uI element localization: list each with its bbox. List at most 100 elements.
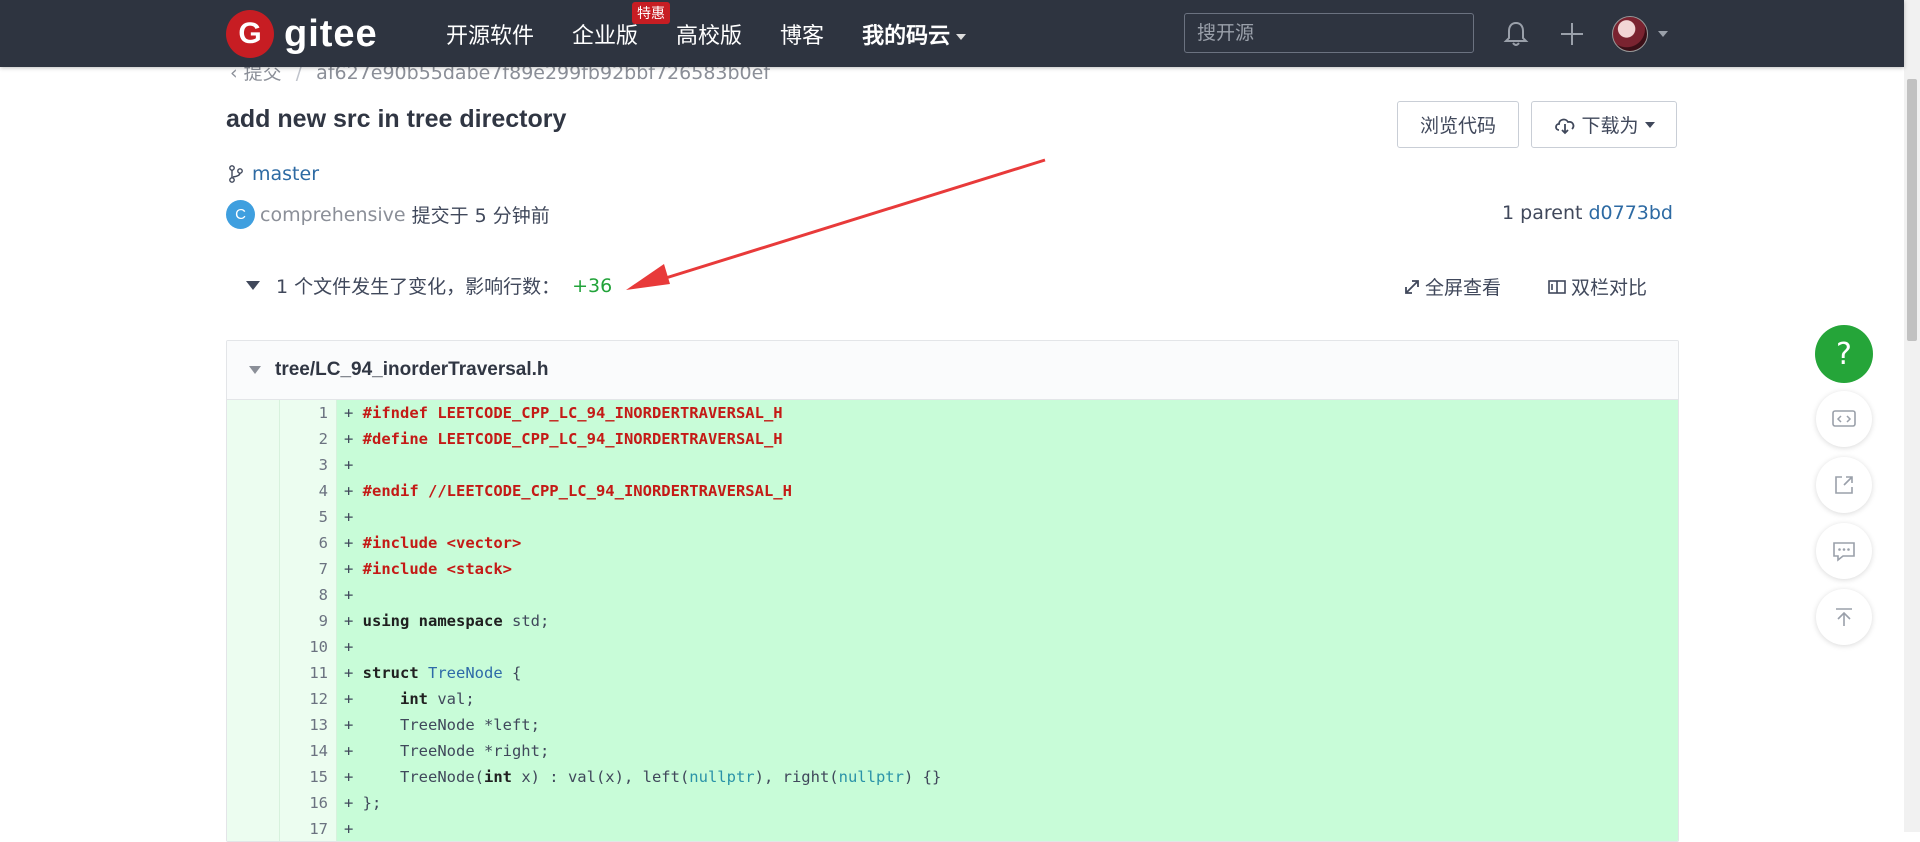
diff-code: 1 + #ifndef LEETCODE_CPP_LC_94_INORDERTRA… bbox=[227, 400, 1678, 841]
gitee-logo-icon: G bbox=[226, 10, 274, 58]
line-number: 13 bbox=[280, 712, 337, 738]
chevron-down-icon bbox=[956, 33, 967, 40]
parent-commit: 1 parent d0773bd bbox=[1502, 202, 1673, 224]
diff-line: 7 + #include <stack> bbox=[227, 556, 1678, 582]
main-nav: 开源软件 企业版 特惠 高校版 博客 我的码云 bbox=[446, 0, 1004, 67]
arrow-up-icon bbox=[1836, 608, 1852, 626]
code-embed-button[interactable] bbox=[1816, 391, 1872, 447]
code-text: + bbox=[337, 452, 1678, 478]
commit-time: 提交于 5 分钟前 bbox=[411, 205, 550, 227]
gitee-logo[interactable]: G gitee bbox=[226, 10, 386, 58]
parent-hash-link[interactable]: d0773bd bbox=[1588, 202, 1673, 224]
help-button[interactable]: ? bbox=[1815, 325, 1873, 383]
author-name[interactable]: comprehensive bbox=[260, 204, 406, 226]
diff-file-header[interactable]: tree/LC_94_inorderTraversal.h bbox=[227, 341, 1678, 400]
split-view-label: 双栏对比 bbox=[1571, 277, 1648, 299]
code-text: + }; bbox=[337, 790, 1678, 816]
diff-line: 9 + using namespace std; bbox=[227, 608, 1678, 634]
code-text: + struct TreeNode { bbox=[337, 660, 1678, 686]
line-number: 3 bbox=[280, 452, 337, 478]
diff-file-block: tree/LC_94_inorderTraversal.h 1 + #ifndef… bbox=[226, 340, 1679, 842]
nav-item-blog[interactable]: 博客 bbox=[780, 18, 824, 50]
code-text: + TreeNode *right; bbox=[337, 738, 1678, 764]
collapse-triangle-icon bbox=[246, 281, 260, 290]
line-number: 1 bbox=[280, 400, 337, 426]
collapse-triangle-icon bbox=[249, 366, 261, 374]
diff-line: 5 + bbox=[227, 504, 1678, 530]
chevron-down-icon bbox=[1644, 121, 1655, 128]
share-button[interactable] bbox=[1816, 457, 1872, 513]
user-avatar[interactable] bbox=[1612, 16, 1648, 52]
diff-line: 12 + int val; bbox=[227, 686, 1678, 712]
line-number: 10 bbox=[280, 634, 337, 660]
notification-bell-icon[interactable] bbox=[1498, 16, 1534, 52]
diff-line: 10 + bbox=[227, 634, 1678, 660]
changes-summary[interactable]: 1 个文件发生了变化，影响行数： +36 bbox=[246, 272, 612, 299]
diff-line: 13 + TreeNode *left; bbox=[227, 712, 1678, 738]
line-number: 9 bbox=[280, 608, 337, 634]
line-number: 7 bbox=[280, 556, 337, 582]
nav-item-enterprise-label: 企业版 bbox=[572, 23, 639, 49]
expand-icon bbox=[1405, 279, 1419, 294]
cloud-download-icon bbox=[1555, 118, 1575, 134]
author-avatar[interactable]: C bbox=[226, 200, 255, 229]
plus-icon[interactable] bbox=[1554, 16, 1590, 52]
top-navbar: G gitee 开源软件 企业版 特惠 高校版 博客 我的码云 bbox=[0, 0, 1904, 67]
diff-line: 16 + }; bbox=[227, 790, 1678, 816]
code-text: + bbox=[337, 582, 1678, 608]
diff-line: 11 + struct TreeNode { bbox=[227, 660, 1678, 686]
commit-author-row: C comprehensive 提交于 5 分钟前 bbox=[226, 200, 550, 229]
code-text: + #ifndef LEETCODE_CPP_LC_94_INORDERTRAV… bbox=[337, 400, 1678, 426]
feedback-button[interactable] bbox=[1816, 523, 1872, 579]
promo-badge: 特惠 bbox=[632, 1, 671, 24]
diff-line: 14 + TreeNode *right; bbox=[227, 738, 1678, 764]
download-as-label: 下载为 bbox=[1581, 115, 1639, 137]
line-number: 17 bbox=[280, 816, 337, 841]
nav-item-my-gitee[interactable]: 我的码云 bbox=[862, 18, 967, 50]
browse-code-button[interactable]: 浏览代码 bbox=[1397, 101, 1519, 148]
commit-title: add new src in tree directory bbox=[226, 105, 567, 133]
share-icon bbox=[1835, 476, 1853, 494]
parent-label: 1 parent bbox=[1502, 202, 1583, 224]
diff-line: 8 + bbox=[227, 582, 1678, 608]
line-number: 16 bbox=[280, 790, 337, 816]
page-scrollbar[interactable] bbox=[1904, 0, 1920, 832]
diff-line: 6 + #include <vector> bbox=[227, 530, 1678, 556]
download-as-button[interactable]: 下载为 bbox=[1531, 101, 1677, 148]
line-number: 15 bbox=[280, 764, 337, 790]
line-number: 12 bbox=[280, 686, 337, 712]
search-input[interactable] bbox=[1184, 13, 1474, 53]
nav-item-education[interactable]: 高校版 bbox=[676, 18, 742, 50]
code-text: + bbox=[337, 504, 1678, 530]
branch-link[interactable]: master bbox=[228, 163, 319, 185]
nav-item-enterprise[interactable]: 企业版 特惠 bbox=[572, 1, 671, 50]
avatar-chevron-down-icon[interactable] bbox=[1658, 31, 1668, 37]
diff-line: 17 + bbox=[227, 816, 1678, 841]
line-number: 6 bbox=[280, 530, 337, 556]
changes-count: +36 bbox=[572, 274, 613, 297]
diff-line: 3 + bbox=[227, 452, 1678, 478]
code-embed-icon bbox=[1832, 410, 1856, 427]
fullscreen-view-label: 全屏查看 bbox=[1425, 277, 1502, 299]
fullscreen-view-button[interactable]: 全屏查看 bbox=[1403, 273, 1501, 300]
changes-summary-text: 1 个文件发生了变化，影响行数： bbox=[276, 276, 561, 298]
line-number: 4 bbox=[280, 478, 337, 504]
code-text: + #endif //LEETCODE_CPP_LC_94_INORDERTRA… bbox=[337, 478, 1678, 504]
diff-line: 2 + #define LEETCODE_CPP_LC_94_INORDERTRA… bbox=[227, 426, 1678, 452]
code-text: + TreeNode *left; bbox=[337, 712, 1678, 738]
scrollbar-thumb[interactable] bbox=[1907, 79, 1917, 341]
nav-item-my-gitee-label: 我的码云 bbox=[862, 23, 951, 49]
code-text: + using namespace std; bbox=[337, 608, 1678, 634]
split-columns-icon bbox=[1548, 279, 1566, 294]
split-view-button[interactable]: 双栏对比 bbox=[1547, 273, 1647, 300]
branch-name: master bbox=[252, 163, 320, 185]
diff-line: 1 + #ifndef LEETCODE_CPP_LC_94_INORDERTRA… bbox=[227, 400, 1678, 426]
code-text: + bbox=[337, 634, 1678, 660]
diff-line: 4 + #endif //LEETCODE_CPP_LC_94_INORDERTR… bbox=[227, 478, 1678, 504]
back-to-top-button[interactable] bbox=[1816, 589, 1872, 645]
diff-file-name[interactable]: tree/LC_94_inorderTraversal.h bbox=[275, 359, 549, 381]
nav-item-open-source[interactable]: 开源软件 bbox=[446, 18, 534, 50]
diff-line: 15 + TreeNode(int x) : val(x), left(nullp… bbox=[227, 764, 1678, 790]
code-text: + int val; bbox=[337, 686, 1678, 712]
code-text: + #include <vector> bbox=[337, 530, 1678, 556]
